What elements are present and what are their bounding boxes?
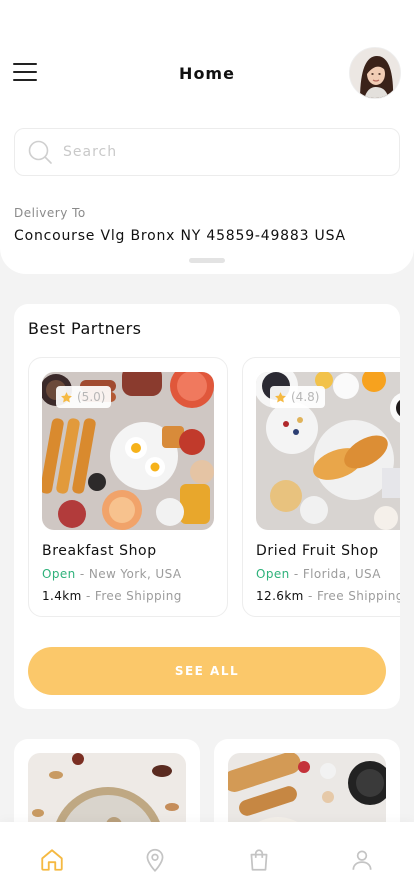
search-icon [28, 140, 52, 164]
shop-shipping: 1.4km - Free Shipping [42, 589, 182, 603]
shipping-info: Free Shipping [94, 589, 182, 603]
see-all-button[interactable]: SEE ALL [28, 647, 386, 695]
nav-location[interactable] [133, 838, 177, 882]
shop-name: Breakfast Shop [42, 543, 157, 559]
shop-location: New York, USA [88, 567, 182, 581]
shipping-info: Free Shipping [316, 589, 400, 603]
shop-location: Florida, USA [302, 567, 381, 581]
rating-value: (4.8) [291, 390, 320, 404]
nav-cart[interactable] [237, 838, 281, 882]
shopping-bag-icon [250, 849, 268, 871]
delivery-label: Delivery To [14, 206, 86, 220]
rating-badge: (4.8) [270, 386, 326, 408]
delivery-address[interactable]: Concourse Vlg Bronx NY 45859-49883 USA [14, 228, 346, 244]
rating-value: (5.0) [77, 390, 106, 404]
location-pin-icon [146, 848, 164, 872]
top-sheet: Home Delivery To Concourse Vlg Bronx NY … [0, 0, 414, 274]
nav-profile[interactable] [340, 838, 384, 882]
shop-card-dried-fruit[interactable]: (4.8) Dried Fruit Shop Open - Florida, U… [242, 357, 400, 617]
open-status: Open [256, 567, 290, 581]
shop-image: (5.0) [42, 372, 214, 530]
shop-shipping: 12.6km - Free Shipping [256, 589, 400, 603]
best-partners-section: Best Partners (5.0) Breakfast Shop Open … [14, 304, 400, 709]
shop-status-location: Open - Florida, USA [256, 567, 381, 581]
shop-card-breakfast[interactable]: (5.0) Breakfast Shop Open - New York, US… [28, 357, 228, 617]
shop-name: Dried Fruit Shop [256, 543, 379, 559]
bottom-navigation [0, 822, 414, 896]
open-status: Open [42, 567, 76, 581]
rating-badge: (5.0) [56, 386, 112, 408]
section-title: Best Partners [28, 319, 142, 338]
shop-status-location: Open - New York, USA [42, 567, 182, 581]
user-avatar[interactable] [349, 47, 401, 99]
shop-distance: 12.6km [256, 589, 304, 603]
nav-home[interactable] [30, 838, 74, 882]
star-icon [275, 391, 286, 402]
profile-icon [352, 850, 372, 870]
search-input[interactable] [63, 144, 363, 160]
search-bar[interactable] [14, 128, 400, 176]
sheet-drag-handle[interactable] [189, 258, 225, 263]
star-icon [61, 391, 72, 402]
shop-image: (4.8) [256, 372, 400, 530]
shop-distance: 1.4km [42, 589, 82, 603]
home-icon [41, 849, 63, 871]
